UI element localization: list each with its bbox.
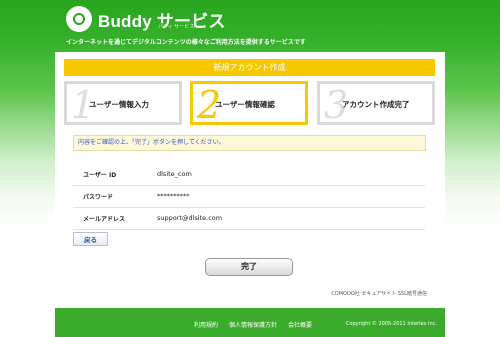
footer-link-privacy[interactable]: 個人情報保護方針	[229, 320, 277, 329]
site-header: Buddy サービス バディ サービス インターネットを通じてデジタルコンテンツ…	[0, 0, 500, 52]
field-label: メールアドレス	[83, 216, 126, 223]
back-button[interactable]: 戻る	[73, 232, 108, 246]
confirmation-table: ユーザー ID dlsite_com パスワード ********** メールア…	[73, 164, 425, 230]
tagline: インターネットを通じてデジタルコンテンツの様々なご利用方法を提供するサービスです	[66, 39, 306, 46]
logo-subtitle: バディ サービス	[158, 24, 195, 30]
user-id-value: dlsite_com	[157, 170, 192, 178]
step-label: アカウント作成完了	[342, 100, 410, 109]
page-title: 新規アカウント作成	[64, 59, 435, 76]
email-value: support@dlsite.com	[157, 214, 223, 222]
step-2: 2 ユーザー情報確認	[190, 81, 308, 127]
field-label: ユーザー ID	[83, 172, 117, 179]
footer-links: 利用規約 個人情報保護方針 会社概要	[194, 320, 312, 329]
field-label: パスワード	[83, 194, 114, 201]
table-row: ユーザー ID dlsite_com	[73, 164, 425, 186]
site-footer: 利用規約 個人情報保護方針 会社概要 Copyright © 2005-2011…	[55, 308, 445, 337]
complete-button[interactable]: 完了	[205, 258, 293, 276]
step-3: 3 アカウント作成完了	[317, 81, 435, 127]
table-row: メールアドレス support@dlsite.com	[73, 208, 425, 230]
logo[interactable]: Buddy サービス	[66, 6, 226, 32]
footer-link-terms[interactable]: 利用規約	[194, 320, 218, 329]
step-indicator: 1 ユーザー情報入力 2 ユーザー情報確認 3 アカウント作成完了	[64, 81, 435, 127]
logo-icon	[66, 6, 92, 32]
step-label: ユーザー情報確認	[215, 100, 275, 109]
confirm-notice: 内容をご確認の上、「完了」ボタンを押してください。	[73, 135, 426, 151]
table-row: パスワード **********	[73, 186, 425, 208]
step-1: 1 ユーザー情報入力	[64, 81, 182, 127]
password-value: **********	[157, 192, 190, 200]
main-panel: 新規アカウント作成 1 ユーザー情報入力 2 ユーザー情報確認 3 アカウント作…	[55, 52, 445, 308]
footer-link-company[interactable]: 会社概要	[288, 320, 312, 329]
copyright: Copyright © 2005-2011 Interlex Inc.	[345, 321, 437, 327]
ssl-note: COMODO社 セキュアサイト SSL暗号通信	[331, 291, 427, 297]
step-label: ユーザー情報入力	[89, 100, 149, 109]
